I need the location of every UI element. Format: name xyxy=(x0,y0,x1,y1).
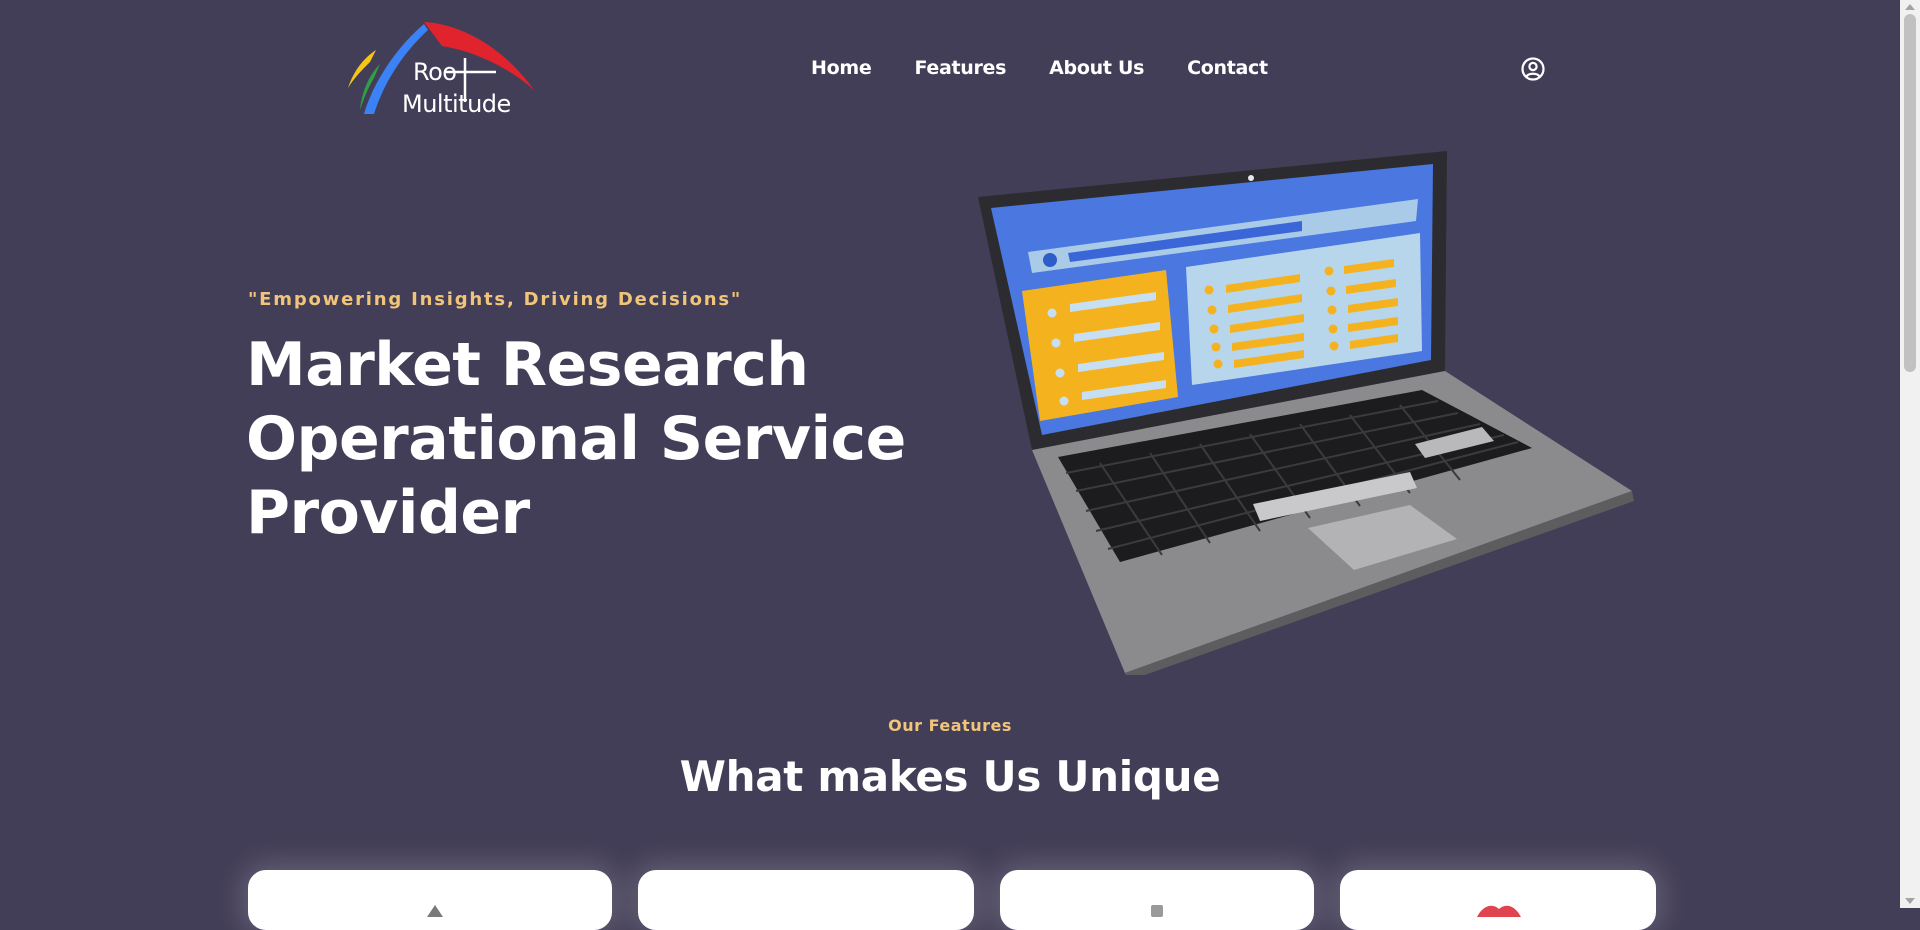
feature-card-4[interactable] xyxy=(1340,870,1656,930)
vertical-scrollbar[interactable] xyxy=(1900,0,1920,908)
user-circle-icon xyxy=(1521,57,1545,81)
scrollbar-thumb[interactable] xyxy=(1904,14,1916,372)
hero-tagline: "Empowering Insights, Driving Decisions" xyxy=(248,289,743,310)
brand-logo[interactable]: Roo Multitude xyxy=(340,18,536,122)
feature-card-2[interactable] xyxy=(638,870,974,930)
nav-home[interactable]: Home xyxy=(811,57,872,79)
feature-icon-1 xyxy=(427,905,443,917)
feature-card-1[interactable] xyxy=(248,870,612,930)
nav-contact[interactable]: Contact xyxy=(1187,57,1268,79)
scroll-up-arrow-icon[interactable] xyxy=(1905,4,1915,10)
features-title: What makes Us Unique xyxy=(679,752,1221,801)
logo-text-line2: Multitude xyxy=(402,90,511,118)
hero-title: Market Research Operational Service Prov… xyxy=(246,330,906,548)
main-nav: Home Features About Us Contact xyxy=(811,57,1268,79)
features-label: Our Features xyxy=(888,716,1012,735)
feature-card-3[interactable] xyxy=(1000,870,1314,930)
nav-about-us[interactable]: About Us xyxy=(1049,57,1144,79)
logo-text-line1: Roo xyxy=(413,58,457,86)
page: Roo Multitude Home Features About Us Con… xyxy=(0,0,1900,930)
feature-icon-3 xyxy=(1151,905,1163,917)
user-account-button[interactable] xyxy=(1520,56,1546,82)
feature-icon-4 xyxy=(1477,905,1521,917)
laptop-dashboard-icon xyxy=(978,151,1634,675)
laptop-illustration xyxy=(970,145,1640,675)
nav-features[interactable]: Features xyxy=(914,57,1006,79)
scroll-down-arrow-icon[interactable] xyxy=(1905,898,1915,904)
